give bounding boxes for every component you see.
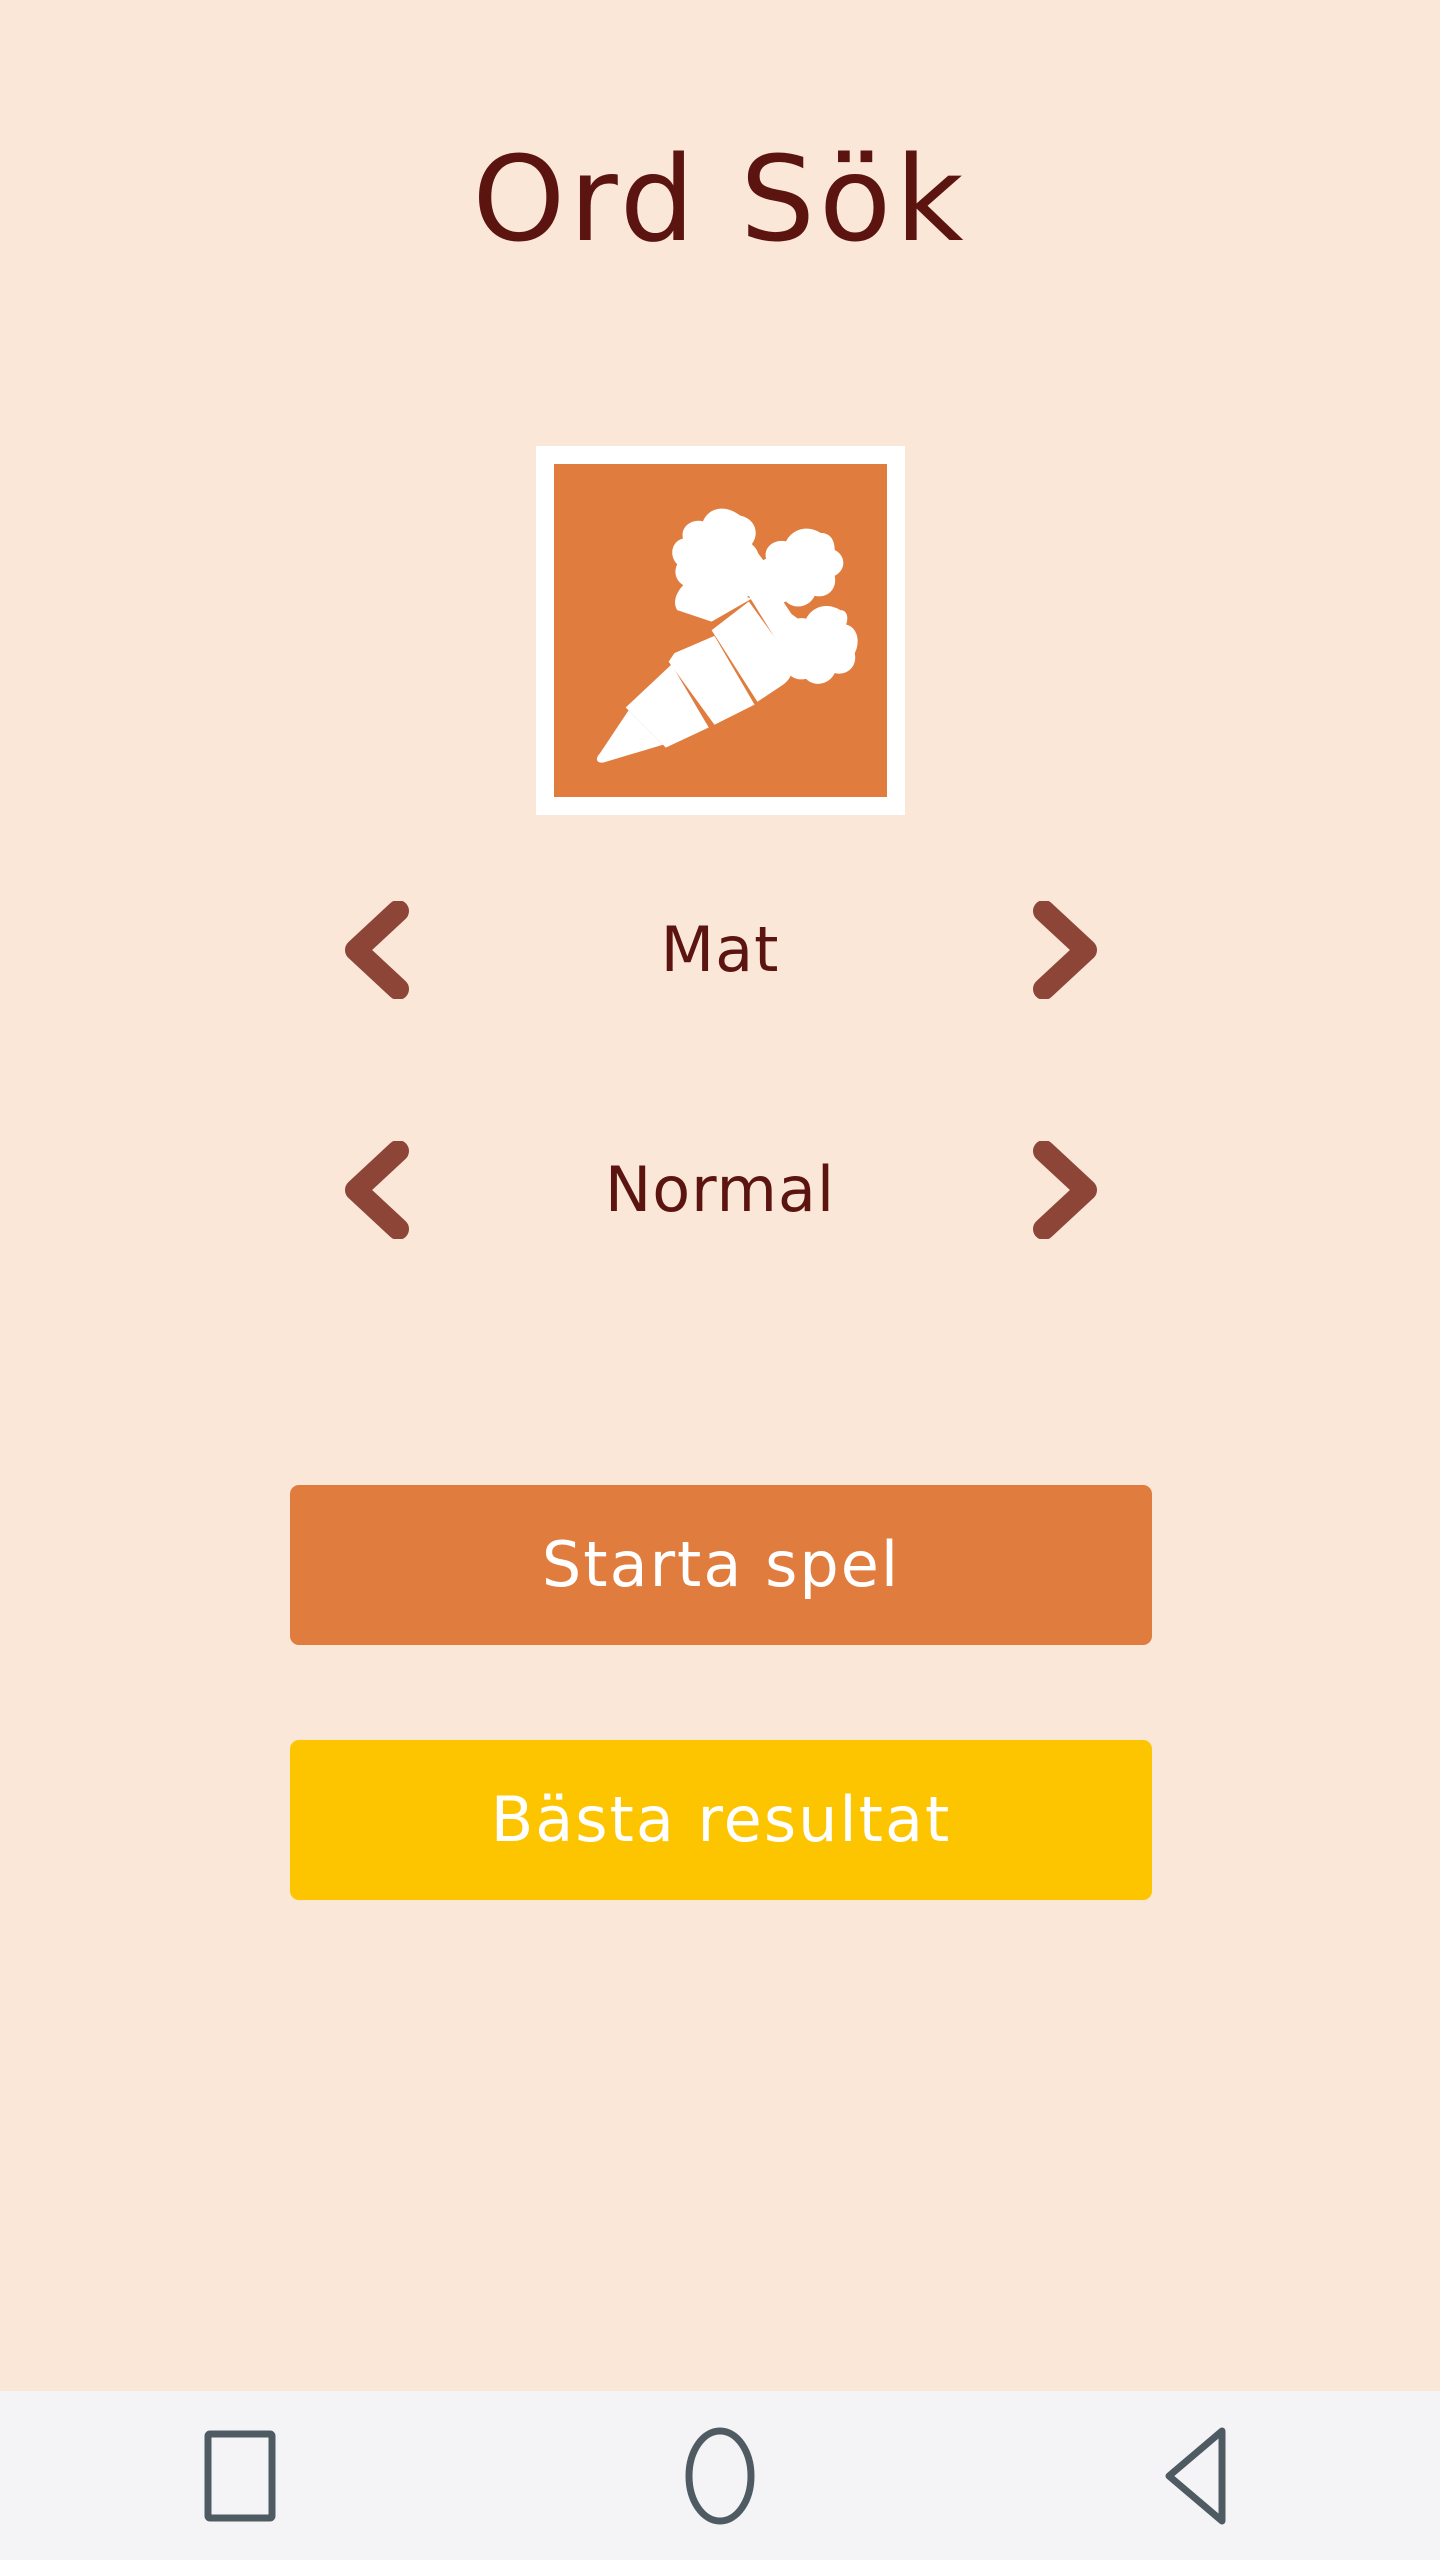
- android-navigation-bar: [0, 2391, 1440, 2560]
- category-icon-frame: [536, 446, 905, 815]
- difficulty-next-button[interactable]: [1018, 1135, 1110, 1245]
- high-scores-button[interactable]: Bästa resultat: [290, 1740, 1152, 1900]
- start-game-button[interactable]: Starta spel: [290, 1485, 1152, 1645]
- category-prev-button[interactable]: [330, 895, 422, 1005]
- page-title: Ord Sök: [472, 130, 968, 268]
- category-next-button[interactable]: [1018, 895, 1110, 1005]
- chevron-left-icon: [340, 901, 412, 999]
- app-content: Ord Sök Mat Normal Starta spel Bästa res…: [0, 0, 1440, 2391]
- category-selector: Mat: [0, 890, 1440, 1010]
- circle-icon: [680, 2426, 760, 2526]
- home-button[interactable]: [620, 2391, 820, 2560]
- recents-button[interactable]: [140, 2391, 340, 2560]
- square-icon: [201, 2428, 279, 2524]
- chevron-right-icon: [1028, 901, 1100, 999]
- chevron-left-icon: [340, 1141, 412, 1239]
- difficulty-selector: Normal: [0, 1130, 1440, 1250]
- triangle-left-icon: [1160, 2426, 1240, 2526]
- difficulty-value: Normal: [604, 1153, 836, 1226]
- app-screen: Ord Sök Mat Normal Starta spel Bästa res…: [0, 0, 1440, 2560]
- carrot-icon: [554, 464, 887, 797]
- back-button[interactable]: [1100, 2391, 1300, 2560]
- difficulty-prev-button[interactable]: [330, 1135, 422, 1245]
- chevron-right-icon: [1028, 1141, 1100, 1239]
- category-value: Mat: [660, 913, 780, 986]
